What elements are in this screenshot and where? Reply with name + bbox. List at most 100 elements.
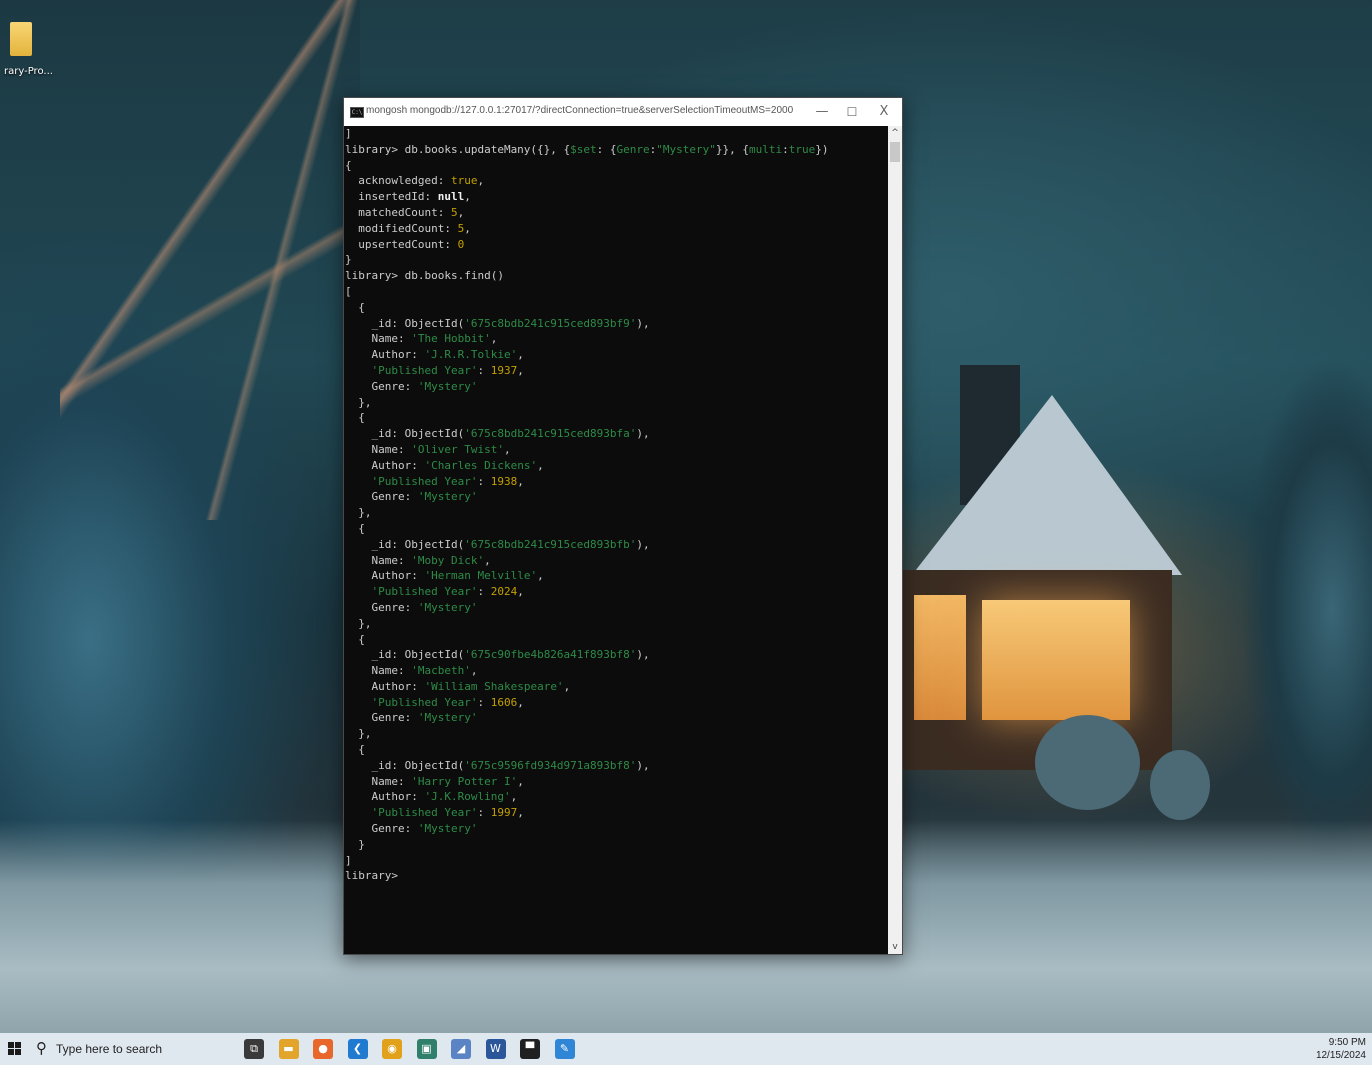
console-text: }) [815,142,829,156]
console-text: { [345,743,365,757]
console-line: modifiedCount: 5, [344,221,888,237]
search-placeholder: Type here to search [56,1042,163,1056]
console-text: Author: [345,790,425,804]
console-line: Genre: 'Mystery' [344,379,888,395]
console-text: , [470,664,478,678]
maximize-button[interactable]: ☐ [834,98,870,126]
console-text: _id: ObjectId( [345,537,465,551]
console-text: 'Mystery' [417,600,478,614]
word-icon[interactable]: W [485,1039,506,1059]
console-text: 'Mystery' [417,379,478,393]
task-view-icon[interactable]: ⧉ [244,1039,264,1059]
scroll-up-arrow-icon[interactable]: ^ [888,126,902,140]
console-line: { [344,742,888,758]
console-text: 'Published Year' [371,474,478,488]
console-text: 1606 [490,695,518,709]
console-line: _id: ObjectId('675c8bdb241c915ced893bfb'… [344,537,888,553]
console-text: Name: [345,553,412,567]
console-text: , [517,348,524,362]
console-text: }, [345,506,372,520]
console-text: 'Moby Dick' [411,553,485,567]
console-text: 'Macbeth' [411,664,471,678]
vscode-icon[interactable]: ❮ [347,1039,368,1059]
console-text: 'Charles Dickens' [424,458,538,472]
console-text: { [345,158,352,172]
console-text: : [477,474,491,488]
mongosh-console-window[interactable]: C:\ mongosh mongodb://127.0.0.1:27017/?d… [343,97,903,955]
console-line: matchedCount: 5, [344,205,888,221]
firefox-icon[interactable]: ● [313,1039,333,1059]
close-button[interactable]: X [866,98,902,126]
console-text: 'Harry Potter I' [411,774,518,788]
console-text: 'The Hobbit' [411,332,491,346]
console-text: { [345,521,365,535]
console-text: '675c8bdb241c915ced893bfb' [464,537,637,551]
window-titlebar[interactable]: C:\ mongosh mongodb://127.0.0.1:27017/?d… [344,98,902,126]
console-line: Author: 'William Shakespeare', [344,679,888,695]
console-text: , [477,174,485,188]
console-text: Genre: [345,490,418,504]
console-text: , [490,332,498,346]
console-text: 'Published Year' [371,585,478,599]
console-text: ), [636,537,650,551]
console-text: : [477,585,491,599]
console-text: true [788,142,816,156]
console-text: } [345,837,365,851]
wallpaper-window-front [982,600,1130,720]
console-text: '675c8bdb241c915ced893bf9' [464,316,637,330]
console-line: _id: ObjectId('675c8bdb241c915ced893bf9'… [344,316,888,332]
file-explorer-icon[interactable]: ▬ [278,1039,299,1059]
console-scrollbar[interactable]: ^ v [888,126,902,954]
tools-app-icon[interactable]: ◢ [451,1039,471,1059]
console-line: } [344,837,888,853]
console-text: : [477,806,491,820]
console-text: ), [636,648,650,662]
console-line: ] [344,126,888,142]
console-text: }, [345,616,372,630]
console-text: $set [570,142,597,156]
console-text: } [345,253,352,267]
pen-app-icon[interactable]: ✎ [554,1039,575,1059]
wallpaper-roof [912,395,1182,575]
console-text: , [503,442,511,456]
taskbar: ⚲ Type here to search ⧉ ▬ ● ❮ ◉ ▣ ◢ W ▀ ✎ 9:50 PM… [0,1033,1372,1065]
wallpaper-branches [60,0,380,520]
monitor-app-icon[interactable]: ▣ [416,1039,437,1059]
console-text: Genre: [345,822,418,836]
scroll-thumb[interactable] [890,142,900,162]
console-line: [ [344,284,888,300]
clock-time: 9:50 PM [1328,1037,1366,1048]
console-output[interactable]: ] library> db.books.updateMany({}, {$set:… [344,126,888,954]
scroll-down-arrow-icon[interactable]: v [888,940,902,954]
console-text: '675c9596fd934d971a893bf8' [464,758,637,772]
desktop-folder-shortcut[interactable]: rary-Pro... [4,22,54,77]
console-line: Genre: 'Mystery' [344,821,888,837]
console-text: , [517,695,524,709]
console-line: Name: 'Moby Dick', [344,553,888,569]
console-text: , [563,679,571,693]
windows-logo-icon [8,1042,14,1048]
taskbar-search-box[interactable]: ⚲ Type here to search [36,1037,216,1061]
terminal-icon[interactable]: ▀ [520,1039,540,1059]
console-text: 'Mystery' [417,822,478,836]
console-line: Author: 'J.K.Rowling', [344,789,888,805]
console-line: library> db.books.find() [344,268,888,284]
console-line: }, [344,726,888,742]
console-text: Author: [345,569,425,583]
console-text: 'Mystery' [417,490,478,504]
console-line: library> [344,868,888,884]
console-text: Name: [345,774,412,788]
console-text: Genre: [345,600,418,614]
console-text: insertedId: [345,190,438,204]
start-button[interactable] [8,1042,22,1056]
wallpaper-bush [1150,750,1210,820]
console-text: library> db.books.find() [345,269,504,283]
clock-date: 12/15/2024 [1315,1050,1366,1061]
chrome-icon[interactable]: ◉ [382,1039,402,1059]
console-line: upsertedCount: 0 [344,237,888,253]
console-text: , [484,553,491,567]
system-clock[interactable]: 9:50 PM 12/15/2024 [1316,1036,1366,1062]
console-text: library> db.books.updateMany({}, { [345,142,571,156]
